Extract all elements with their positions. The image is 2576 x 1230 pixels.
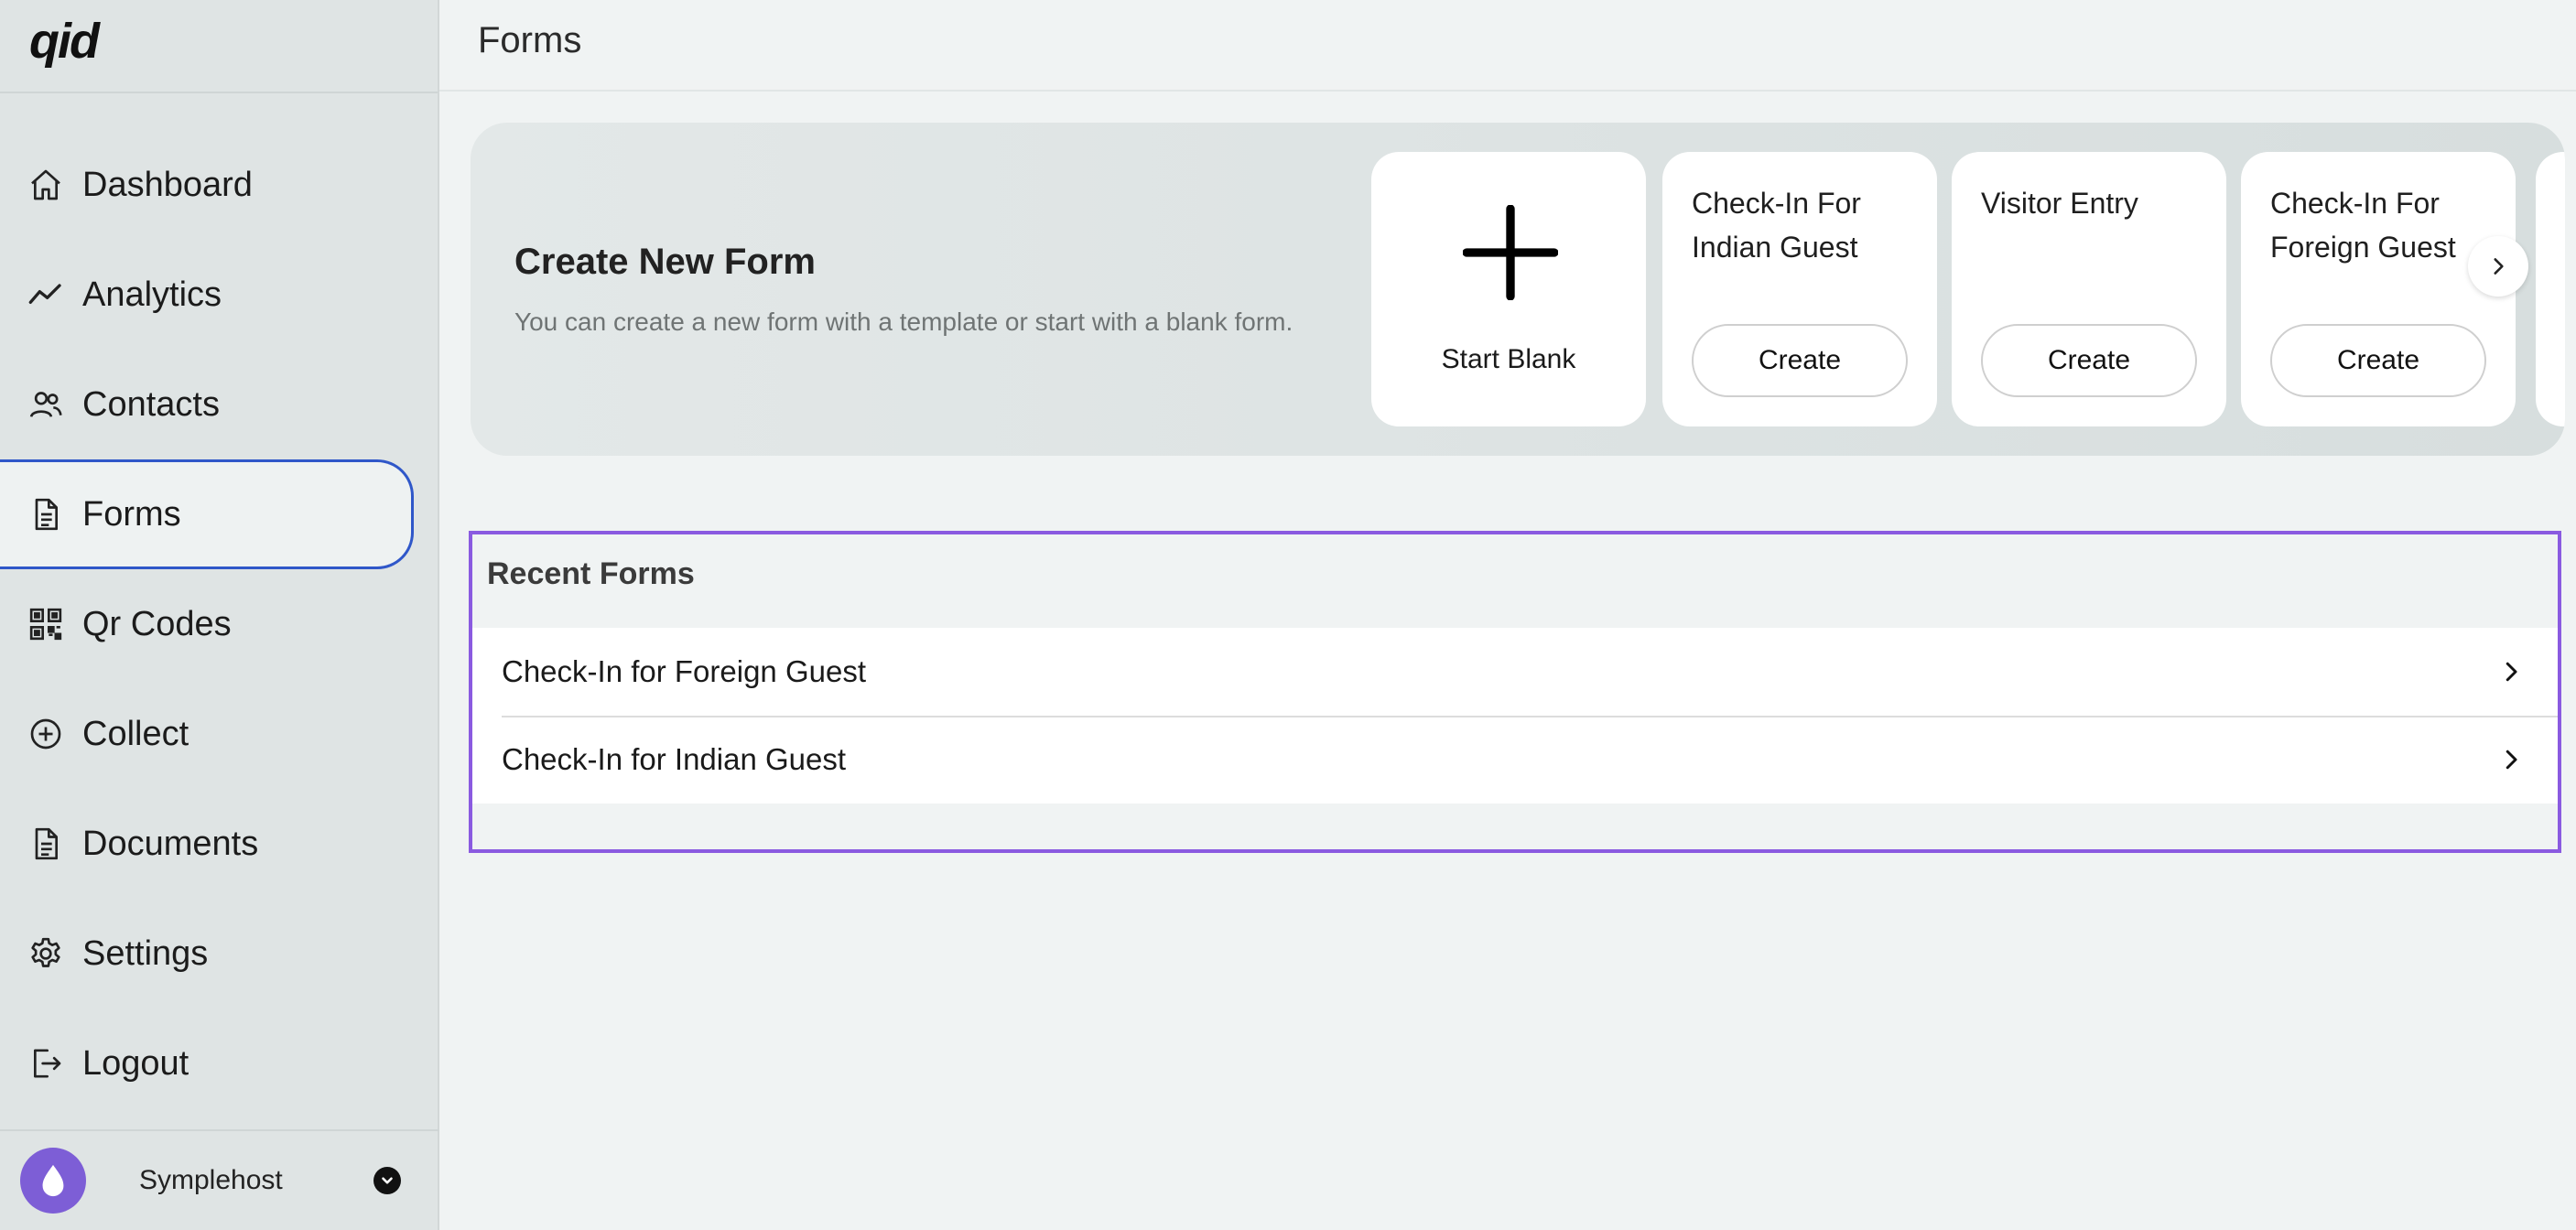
sidebar-item-forms[interactable]: Forms [0, 459, 414, 569]
list-item-label: Check-In for Foreign Guest [502, 654, 866, 688]
sidebar-item-label: Dashboard [82, 165, 253, 204]
logo-area: qid [0, 0, 438, 93]
list-item-label: Check-In for Indian Guest [502, 742, 847, 776]
template-title: Check-In For Foreign Guest [2270, 187, 2456, 264]
profile-switcher[interactable]: Symplehost [0, 1129, 439, 1230]
users-icon [26, 384, 66, 425]
chevron-right-icon [2497, 746, 2525, 773]
sidebar-item-analytics[interactable]: Analytics [0, 240, 414, 350]
sidebar-item-label: Analytics [82, 275, 222, 314]
sidebar-item-label: Contacts [82, 384, 220, 424]
template-card-indian-guest: Check-In For Indian Guest Create [1662, 152, 1937, 426]
sidebar-item-contacts[interactable]: Contacts [0, 350, 414, 459]
sidebar-item-documents[interactable]: Documents [0, 789, 414, 899]
template-title: Check-In For Indian Guest [1692, 187, 1861, 264]
qr-code-icon [26, 604, 66, 644]
document-icon [26, 824, 66, 864]
list-item[interactable]: Check-In for Foreign Guest [472, 628, 2558, 716]
home-icon [26, 165, 66, 205]
logout-icon [26, 1043, 66, 1084]
start-blank-card[interactable]: Start Blank [1371, 152, 1646, 426]
template-card-partial [2536, 152, 2565, 426]
sidebar-item-label: Qr Codes [82, 604, 232, 643]
template-card-foreign-guest: Check-In For Foreign Guest Create [2241, 152, 2516, 426]
recent-forms-section: Recent Forms Check-In for Foreign Guest … [469, 531, 2561, 853]
sidebar-item-label: Settings [82, 933, 209, 973]
sidebar-item-label: Documents [82, 824, 259, 863]
sidebar-item-settings[interactable]: Settings [0, 899, 414, 1009]
create-button[interactable]: Create [1981, 324, 2197, 397]
chevron-down-icon[interactable] [373, 1167, 401, 1194]
sidebar-item-dashboard[interactable]: Dashboard [0, 130, 414, 240]
carousel-next-button[interactable] [2468, 236, 2528, 297]
list-item[interactable]: Check-In for Indian Guest [472, 716, 2558, 804]
plus-icon [1463, 205, 1558, 300]
plus-circle-icon [26, 714, 66, 754]
document-icon [26, 494, 66, 534]
template-card-visitor-entry: Visitor Entry Create [1952, 152, 2226, 426]
recent-forms-title: Recent Forms [487, 556, 695, 591]
page-title: Forms [478, 20, 582, 60]
create-form-title: Create New Form [514, 242, 816, 282]
app-logo[interactable]: qid [29, 13, 100, 70]
start-blank-label: Start Blank [1441, 344, 1576, 374]
avatar [20, 1148, 86, 1214]
page-header: Forms [439, 0, 2576, 92]
sidebar-item-qr-codes[interactable]: Qr Codes [0, 569, 414, 679]
sidebar-item-label: Logout [82, 1043, 189, 1083]
sidebar: qid Dashboard Analytics Contacts Forms Q… [0, 0, 439, 1230]
sidebar-item-label: Forms [82, 494, 181, 534]
create-form-subtitle: You can create a new form with a templat… [514, 308, 1293, 336]
gear-icon [26, 933, 66, 974]
sidebar-item-logout[interactable]: Logout [0, 1009, 414, 1118]
chevron-right-icon [2497, 658, 2525, 685]
drop-logo-icon [42, 1164, 64, 1197]
create-form-panel: Create New Form You can create a new for… [471, 123, 2565, 456]
sidebar-item-collect[interactable]: Collect [0, 679, 414, 789]
template-title: Visitor Entry [1981, 187, 2138, 220]
sidebar-item-label: Collect [82, 714, 189, 753]
recent-forms-list: Check-In for Foreign Guest Check-In for … [472, 628, 2558, 804]
create-button[interactable]: Create [2270, 324, 2486, 397]
chevron-right-icon [2494, 258, 2504, 275]
trend-line-icon [26, 275, 66, 315]
create-button[interactable]: Create [1692, 324, 1908, 397]
profile-name: Symplehost [139, 1165, 283, 1195]
